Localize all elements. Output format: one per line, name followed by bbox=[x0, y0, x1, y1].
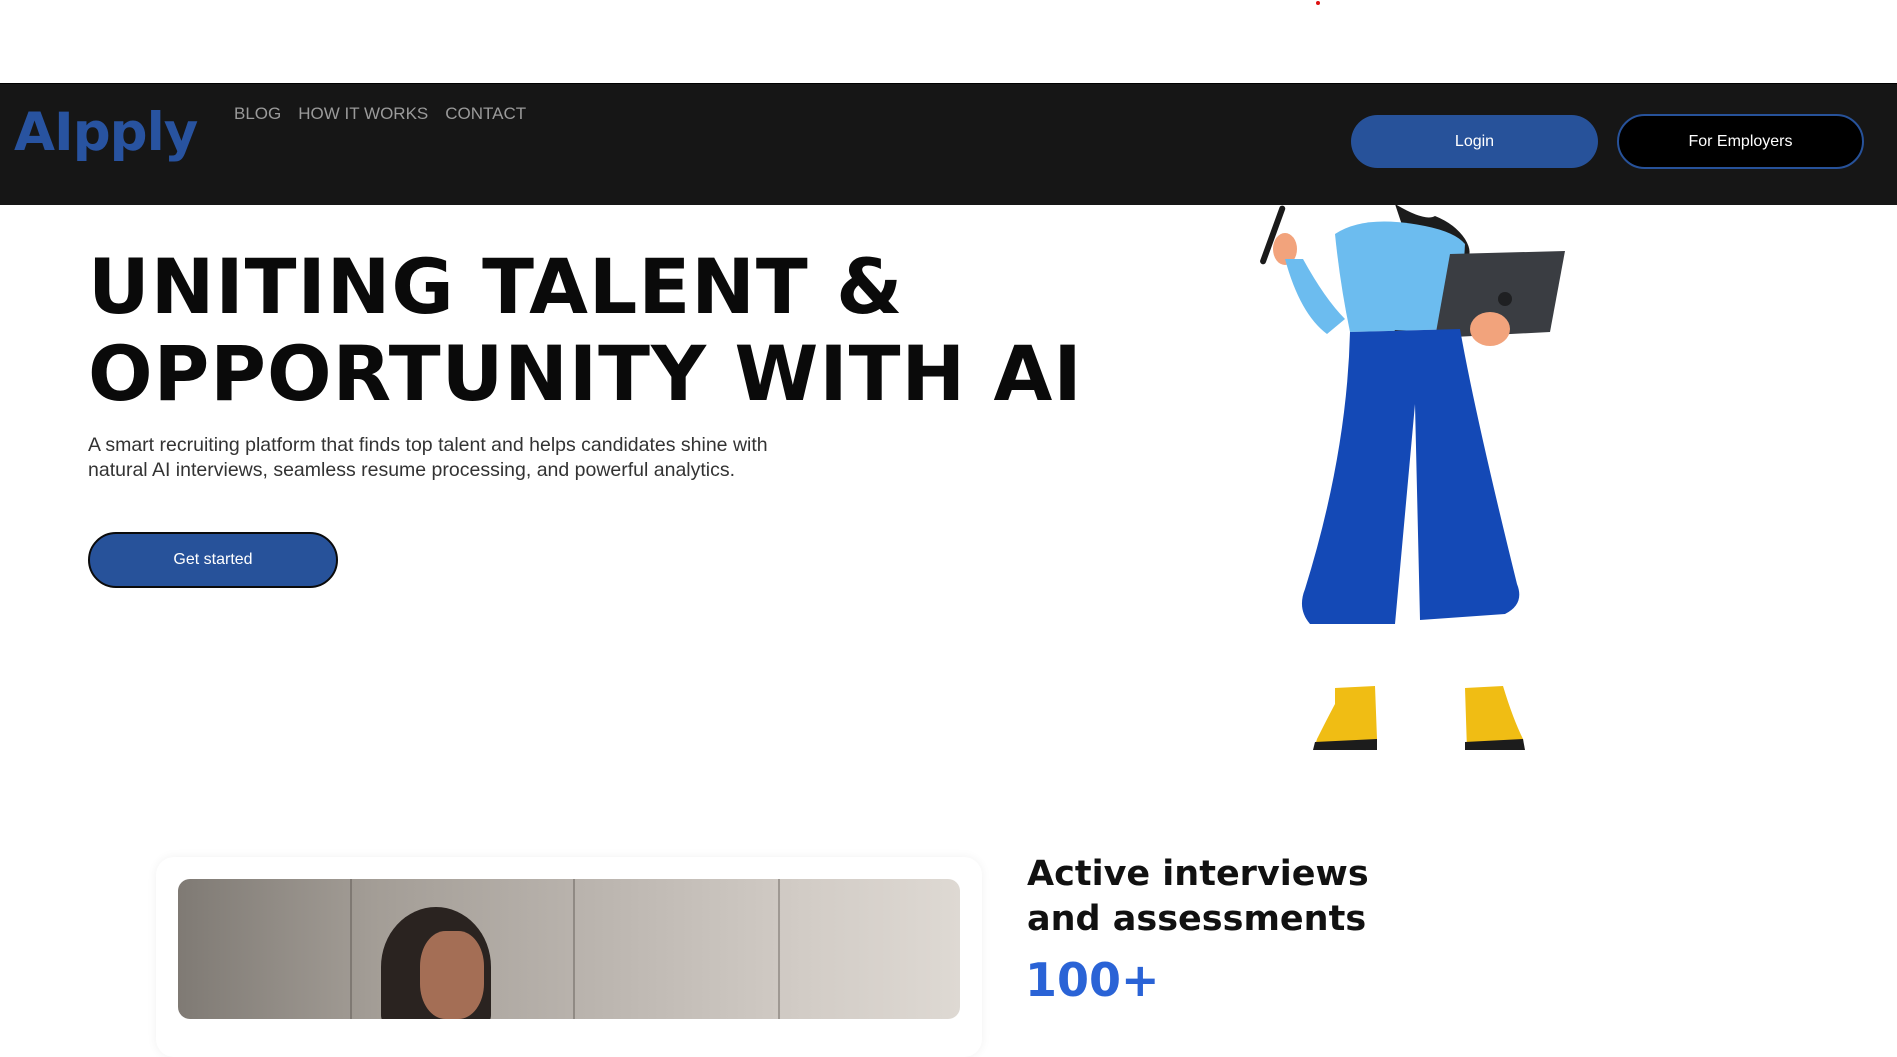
nav-link-contact[interactable]: CONTACT bbox=[445, 104, 526, 124]
nav-link-how-it-works[interactable]: HOW IT WORKS bbox=[298, 104, 428, 124]
hero-title-line-2: OPPORTUNITY WITH AI bbox=[88, 329, 1083, 418]
stats-title-line-1: Active interviews bbox=[1027, 854, 1369, 894]
top-navbar: AIpply BLOG HOW IT WORKS CONTACT Login F… bbox=[0, 83, 1897, 205]
stats-title: Active interviews and assessments bbox=[1027, 852, 1369, 942]
stats-title-line-2: and assessments bbox=[1027, 899, 1367, 939]
hero-description: A smart recruiting platform that finds t… bbox=[88, 434, 768, 481]
brand-logo[interactable]: AIpply bbox=[14, 102, 198, 163]
hero-title-line-1: UNITING TALENT & bbox=[88, 242, 904, 331]
login-button[interactable]: Login bbox=[1351, 115, 1598, 168]
hero-title: UNITING TALENT & OPPORTUNITY WITH AI bbox=[88, 243, 1083, 417]
nav-links: BLOG HOW IT WORKS CONTACT bbox=[234, 104, 526, 124]
cursor-marker bbox=[1316, 1, 1320, 5]
for-employers-button[interactable]: For Employers bbox=[1617, 114, 1864, 169]
nav-link-blog[interactable]: BLOG bbox=[234, 104, 281, 124]
stats-value: 100+ bbox=[1025, 953, 1160, 1007]
man-working-photo bbox=[178, 879, 960, 1019]
get-started-button[interactable]: Get started bbox=[88, 532, 338, 588]
woman-with-laptop-illustration bbox=[1260, 204, 1565, 750]
